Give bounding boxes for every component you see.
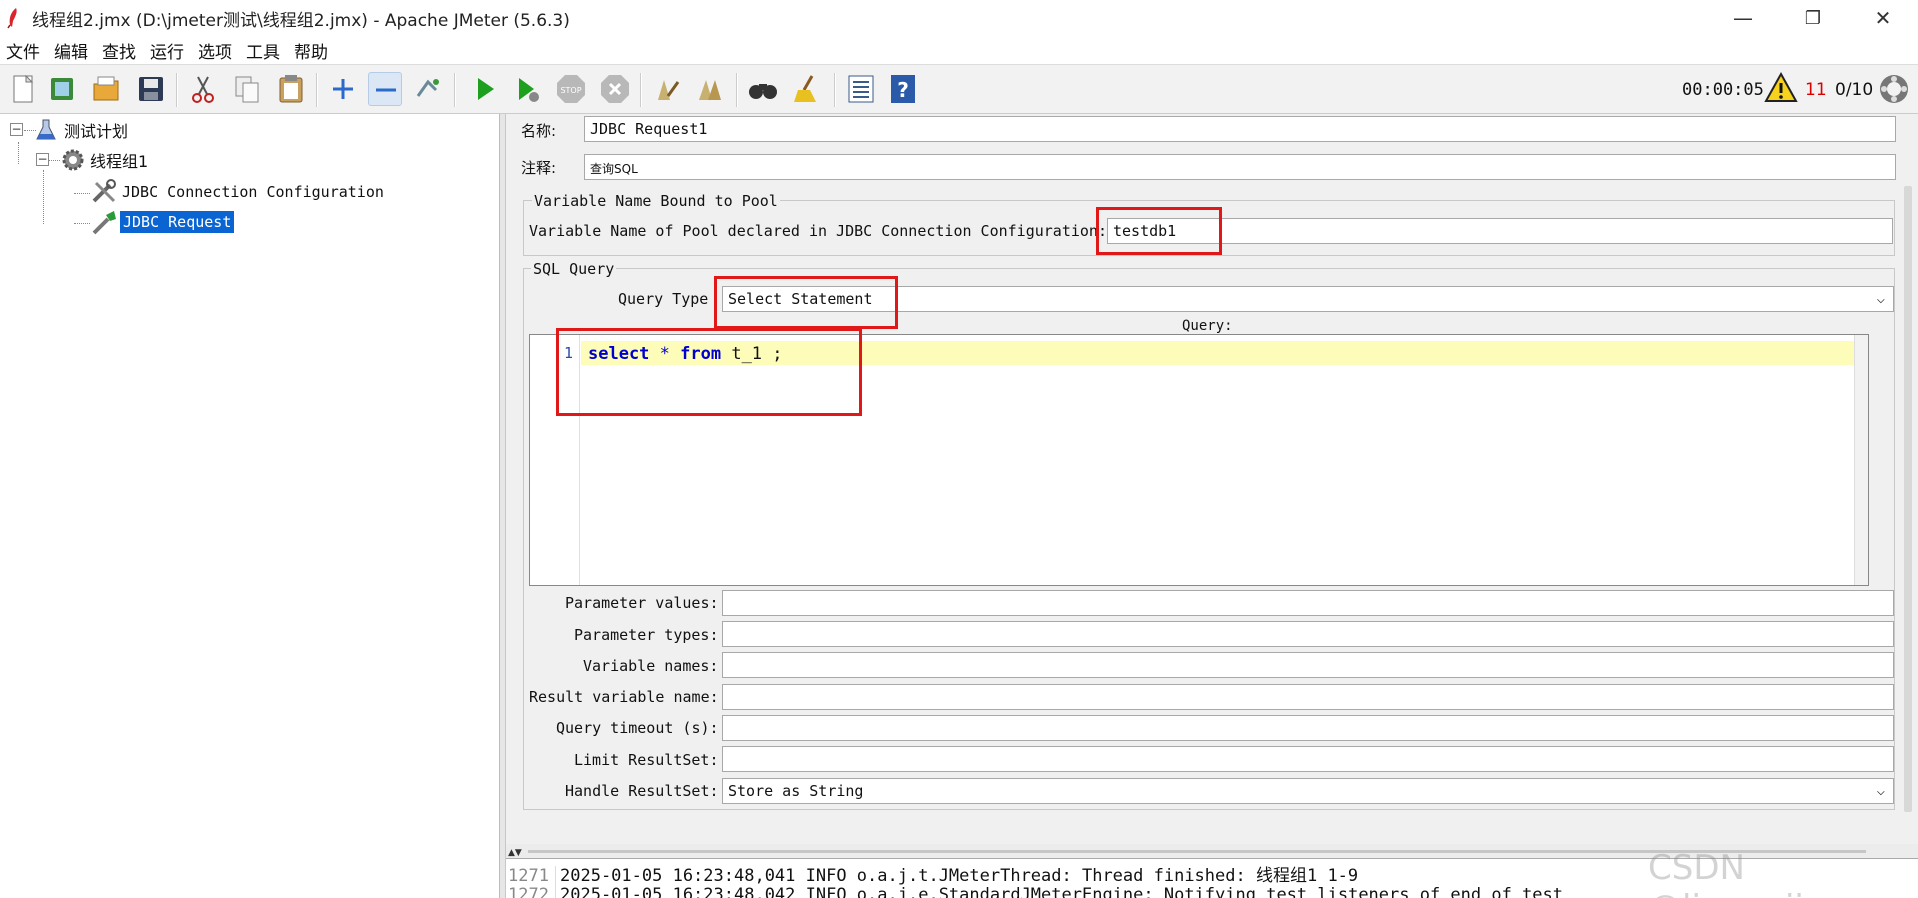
highlight-box	[1096, 207, 1222, 255]
handle-select[interactable]: Store as String ⌵	[722, 778, 1894, 804]
tree-item-thread-group[interactable]: 线程组1	[60, 148, 148, 172]
menu-tools[interactable]: 工具	[246, 38, 280, 63]
flask-icon	[34, 118, 58, 142]
tree-item-label: 线程组1	[90, 152, 149, 171]
tree-item-label-selected: JDBC Request	[120, 211, 235, 233]
highlight-box	[556, 328, 862, 416]
editor-scrollbar[interactable]	[1854, 335, 1868, 585]
timeout-label: Query timeout (s):	[556, 719, 719, 737]
test-plan-tree: − −	[0, 114, 500, 898]
active-threads: 0/10	[1835, 80, 1874, 100]
chevron-down-icon: ⌵	[1876, 783, 1885, 799]
pool-name-input[interactable]: testdb1	[1107, 218, 1893, 244]
param-values-input[interactable]	[722, 590, 1894, 616]
var-names-label: Variable names:	[583, 657, 719, 675]
highlight-box	[714, 276, 898, 329]
collapse-all-icon[interactable]	[368, 72, 402, 106]
tools-icon	[90, 179, 118, 205]
new-file-icon[interactable]	[6, 72, 40, 106]
title-bar: 线程组2.jmx (D:\jmeter测试\线程组2.jmx) - Apache…	[0, 0, 1918, 36]
search-binoculars-icon[interactable]	[746, 72, 780, 106]
stop-icon[interactable]: STOP	[554, 72, 588, 106]
menu-edit[interactable]: 编辑	[54, 38, 88, 63]
log-line: 1272 2025-01-05 16:23:48,042 INFO o.a.j.e…	[506, 885, 1563, 898]
result-var-input[interactable]	[722, 684, 1894, 710]
expand-all-icon[interactable]	[326, 72, 360, 106]
start-no-pauses-icon[interactable]	[510, 72, 544, 106]
log-line: 1271 2025-01-05 16:23:48,041 INFO o.a.j.t…	[506, 861, 1358, 886]
limit-input[interactable]	[722, 746, 1894, 772]
copy-icon[interactable]	[230, 72, 264, 106]
pipette-icon	[90, 209, 118, 235]
start-icon[interactable]	[468, 72, 502, 106]
tree-item-jdbc-config[interactable]: JDBC Connection Configuration	[90, 179, 384, 205]
timeout-input[interactable]	[722, 715, 1894, 741]
menu-help[interactable]: 帮助	[294, 38, 328, 63]
function-helper-icon[interactable]	[844, 72, 878, 106]
maximize-button[interactable]: ❐	[1778, 0, 1848, 36]
warning-icon[interactable]	[1764, 71, 1798, 105]
param-values-label: Parameter values:	[565, 594, 719, 612]
warning-count: 11	[1805, 80, 1827, 100]
toggle-icon[interactable]	[410, 72, 444, 106]
close-button[interactable]: ✕	[1848, 0, 1918, 36]
panel-scrollbar[interactable]	[1904, 186, 1912, 812]
tree-item-label: 测试计划	[64, 122, 129, 141]
limit-label: Limit ResultSet:	[574, 751, 719, 769]
help-icon[interactable]: ?	[886, 72, 920, 106]
sql-group-title: SQL Query	[531, 260, 617, 278]
tree-collapse-toggle[interactable]: −	[10, 123, 23, 136]
comment-label: 注释:	[521, 159, 557, 177]
paste-icon[interactable]	[274, 72, 308, 106]
query-type-label: Query Type	[618, 290, 709, 308]
splitter-arrows-icon[interactable]: ▲▼	[508, 848, 522, 858]
pool-group-title: Variable Name Bound to Pool	[532, 192, 780, 210]
query-label: Query:	[1182, 318, 1233, 334]
name-label: 名称:	[521, 122, 557, 140]
svg-text:STOP: STOP	[560, 86, 581, 95]
menu-file[interactable]: 文件	[6, 38, 40, 63]
window-title: 线程组2.jmx (D:\jmeter测试\线程组2.jmx) - Apache…	[32, 10, 570, 31]
handle-label: Handle ResultSet:	[565, 782, 719, 800]
param-types-label: Parameter types:	[574, 626, 719, 644]
save-icon[interactable]	[134, 72, 168, 106]
watermark: CSDN @liyongjie	[1648, 848, 1825, 898]
minimize-button[interactable]: —	[1708, 0, 1778, 36]
name-input[interactable]: JDBC Request1	[584, 116, 1896, 142]
remote-status-icon	[1878, 73, 1910, 105]
result-var-label: Result variable name:	[529, 688, 719, 706]
svg-text:?: ?	[897, 78, 909, 102]
chevron-down-icon: ⌵	[1876, 291, 1885, 307]
toolbar: STOP ?	[0, 64, 1918, 114]
comment-input[interactable]: 查询SQL	[584, 154, 1896, 180]
menu-options[interactable]: 选项	[198, 38, 232, 63]
tree-item-jdbc-request[interactable]: JDBC Request	[90, 209, 235, 235]
param-types-input[interactable]	[722, 621, 1894, 647]
shutdown-icon[interactable]	[598, 72, 632, 106]
elapsed-timer: 00:00:05	[1682, 80, 1764, 100]
templates-icon[interactable]	[46, 72, 80, 106]
open-folder-icon[interactable]	[90, 72, 124, 106]
menu-bar: 文件 编辑 查找 运行 选项 工具 帮助	[0, 36, 1918, 64]
cut-icon[interactable]	[186, 72, 220, 106]
clear-icon[interactable]	[650, 72, 684, 106]
menu-search[interactable]: 查找	[102, 38, 136, 63]
menu-run[interactable]: 运行	[150, 38, 184, 63]
jmeter-feather-icon	[6, 7, 20, 29]
reset-search-broom-icon[interactable]	[790, 72, 824, 106]
var-names-input[interactable]	[722, 652, 1894, 678]
pool-label: Variable Name of Pool declared in JDBC C…	[529, 222, 1107, 240]
gear-icon	[60, 148, 86, 172]
tree-item-test-plan[interactable]: 测试计划	[34, 118, 128, 142]
tree-item-label: JDBC Connection Configuration	[122, 183, 384, 201]
clear-all-icon[interactable]	[694, 72, 728, 106]
handle-value: Store as String	[728, 782, 864, 800]
